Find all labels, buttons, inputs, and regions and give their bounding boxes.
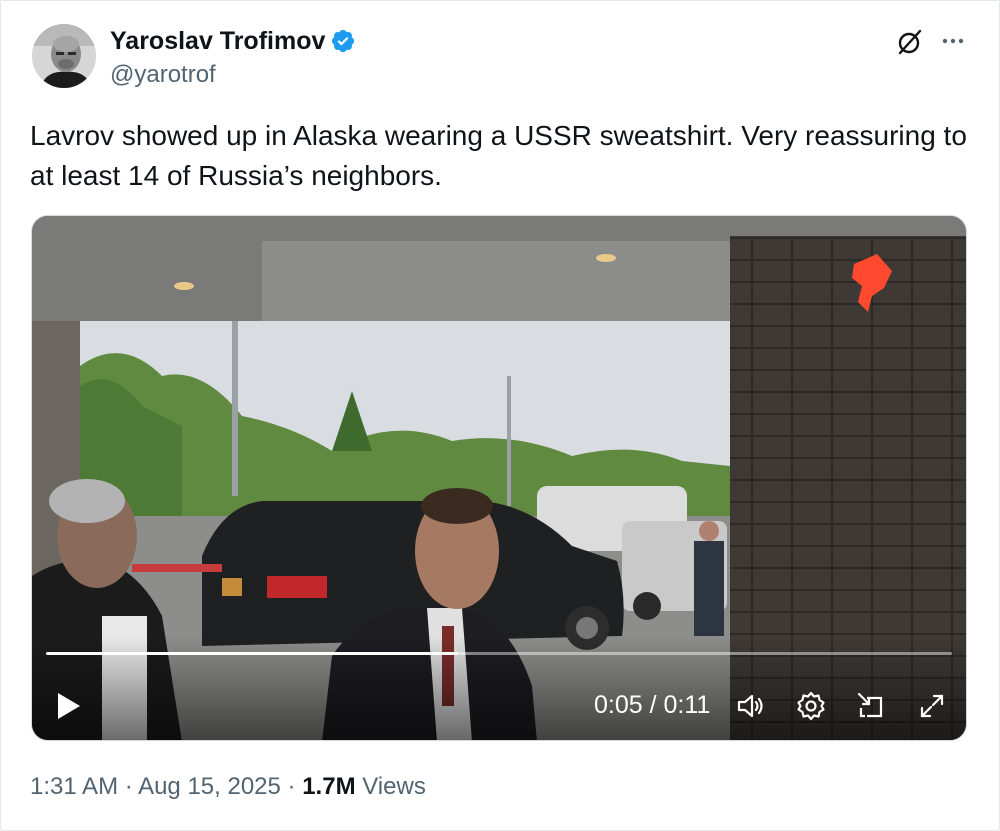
meta-separator: · <box>118 773 139 800</box>
fullscreen-icon[interactable] <box>916 690 948 722</box>
avatar-image <box>32 24 96 88</box>
views-count: 1.7M <box>302 773 356 800</box>
meta-separator: · <box>280 773 303 800</box>
video-player[interactable]: 0:05 / 0:11 <box>31 215 967 741</box>
tweet-text: Lavrov showed up in Alaska wearing a USS… <box>30 120 967 191</box>
video-progress-bar[interactable] <box>46 652 952 655</box>
video-progress-fill <box>46 652 458 655</box>
settings-icon[interactable] <box>795 690 827 722</box>
avatar[interactable] <box>32 24 96 88</box>
pip-icon[interactable] <box>855 690 887 722</box>
tweet-time[interactable]: 1:31 AM <box>30 773 118 800</box>
handle[interactable]: @yarotrof <box>110 60 216 90</box>
play-icon[interactable] <box>54 690 84 722</box>
tweet-meta: 1:31 AM · Aug 15, 2025 · 1.7M Views <box>30 772 426 802</box>
grok-icon[interactable] <box>896 28 924 56</box>
more-options-icon[interactable] <box>938 26 968 56</box>
verified-badge-icon[interactable] <box>330 28 356 54</box>
video-time: 0:05 / 0:11 <box>594 691 711 719</box>
views-label: Views <box>355 773 426 800</box>
display-name[interactable]: Yaroslav Trofimov <box>110 26 325 56</box>
volume-icon[interactable] <box>735 690 767 722</box>
video-frame <box>32 216 966 740</box>
tweet-date[interactable]: Aug 15, 2025 <box>138 773 281 800</box>
